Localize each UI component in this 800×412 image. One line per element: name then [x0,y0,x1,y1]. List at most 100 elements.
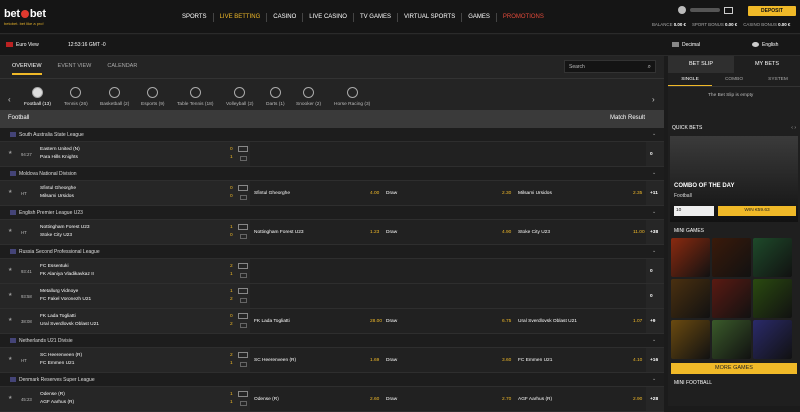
star-icon[interactable]: ★ [8,357,12,362]
away-odd-value[interactable]: 4.10 [633,358,642,363]
home-odd-value[interactable]: 1.23 [370,230,379,235]
home-odd-label[interactable]: Odense (R) [254,397,279,402]
draw-odd-value[interactable]: 4.90 [502,230,511,235]
away-odd-value[interactable]: 2.90 [633,397,642,402]
sport-esports[interactable]: Esports (9) [141,87,164,107]
nav-games[interactable]: GAMES [462,13,497,22]
sport-basketball[interactable]: Basketball (2) [100,87,129,107]
tv-icon[interactable] [240,401,247,406]
league-header[interactable]: South Australia State League ⌄ [0,128,664,142]
away-odd-value[interactable]: 1.07 [633,319,642,324]
nav-casino[interactable]: CASINO [267,13,304,22]
game-tile[interactable] [671,320,710,359]
home-odd-label[interactable]: FK Lada Togliatti [254,319,290,324]
tab-bet-slip[interactable]: BET SLIP [668,56,734,73]
language-select[interactable]: English [752,42,778,48]
more-markets[interactable]: +9 [650,319,655,324]
deposit-button[interactable]: DEPOSIT [748,6,796,16]
more-markets[interactable]: +28 [650,397,658,402]
home-odd-label[interactable]: Nottingham Forest U23 [254,230,304,235]
mail-icon[interactable] [724,6,733,14]
sport-horse-racing[interactable]: Horse Racing (3) [334,87,370,107]
market-select[interactable]: Match Result [610,115,645,121]
chevron-left-icon[interactable]: ‹ [8,95,11,104]
draw-odd-value[interactable]: 2.30 [502,191,511,196]
star-icon[interactable]: ★ [8,229,12,234]
stats-icon[interactable] [238,263,248,269]
nav-tv-games[interactable]: TV GAMES [354,13,398,22]
game-tile[interactable] [712,279,751,318]
type-system[interactable]: SYSTEM [756,73,800,86]
odds-format-select[interactable]: Decimal [672,42,700,48]
draw-odd-value[interactable]: 6.75 [502,319,511,324]
home-odd-value[interactable]: 1.69 [370,358,379,363]
type-combo[interactable]: COMBO [712,73,756,86]
more-markets[interactable]: +11 [650,191,658,196]
draw-odd-value[interactable]: 2.70 [502,397,511,402]
draw-label[interactable]: Draw [386,358,397,363]
stats-icon[interactable] [238,185,248,191]
game-tile[interactable] [753,320,792,359]
stats-icon[interactable] [238,288,248,294]
tv-icon[interactable] [240,195,247,200]
nav-promotions[interactable]: PROMOTIONS [497,13,550,22]
stats-icon[interactable] [238,391,248,397]
game-tile[interactable] [753,238,792,277]
stats-icon[interactable] [238,352,248,358]
sport-table-tennis[interactable]: Table Tennis (18) [177,87,213,107]
sport-darts[interactable]: Darts (1) [266,87,285,107]
star-icon[interactable]: ★ [8,151,12,156]
game-tile[interactable] [712,238,751,277]
more-markets[interactable]: +16 [650,358,658,363]
league-header[interactable]: Russia Second Professional League ⌄ [0,245,664,259]
game-tile[interactable] [671,279,710,318]
draw-label[interactable]: Draw [386,230,397,235]
user-menu[interactable] [678,6,733,14]
home-odd-label[interactable]: Sfintul Gheorghe [254,191,290,196]
draw-label[interactable]: Draw [386,319,397,324]
game-tile[interactable] [753,279,792,318]
draw-label[interactable]: Draw [386,191,397,196]
game-tile[interactable] [671,238,710,277]
tab-overview[interactable]: OVERVIEW [12,63,42,75]
tab-event-view[interactable]: EVENT VIEW [58,63,92,75]
away-odd-label[interactable]: Ural Sverdlovsk Oblast U21 [518,319,577,324]
stats-icon[interactable] [238,224,248,230]
away-odd-value[interactable]: 2.35 [633,191,642,196]
sport-football[interactable]: Football (13) [24,87,51,107]
type-single[interactable]: SINGLE [668,73,712,86]
league-header[interactable]: Netherlands U21 Divisie ⌄ [0,334,664,348]
nav-live-betting[interactable]: LIVE BETTING [214,13,268,22]
home-odd-value[interactable]: 4.00 [370,191,379,196]
stake-input[interactable]: 10 [674,206,714,216]
league-header[interactable]: Denmark Reserves Super League ⌄ [0,373,664,387]
home-odd-label[interactable]: SC Heerenveen (R) [254,358,296,363]
more-markets[interactable]: 0 [650,294,653,299]
chevron-arrows-icon[interactable]: ‹ › [791,125,796,131]
star-icon[interactable]: ★ [8,396,12,401]
more-markets[interactable]: 0 [650,269,653,274]
away-odd-label[interactable]: AGF Aarhus (R) [518,397,552,402]
more-markets[interactable]: +38 [650,230,658,235]
game-tile[interactable] [712,320,751,359]
tv-icon[interactable] [240,362,247,367]
star-icon[interactable]: ★ [8,318,12,323]
sport-tennis[interactable]: Tennis (26) [64,87,88,107]
star-icon[interactable]: ★ [8,268,12,273]
search-input[interactable]: Search ⌕ [564,60,656,73]
away-odd-label[interactable]: Milsami Ursidos [518,191,552,196]
home-odd-value[interactable]: 2.60 [370,397,379,402]
star-icon[interactable]: ★ [8,293,12,298]
away-odd-label[interactable]: Stoke City U23 [518,230,550,235]
league-header[interactable]: Moldova National Division ⌄ [0,167,664,181]
view-select[interactable]: Euro View [6,42,39,48]
away-odd-value[interactable]: 11.00 [633,230,645,235]
chevron-down-icon[interactable]: ⌄ [652,209,656,215]
win-button[interactable]: WIN €59.63 [718,206,796,216]
stats-icon[interactable] [238,313,248,319]
stats-icon[interactable] [238,146,248,152]
chevron-down-icon[interactable]: ⌄ [652,376,656,382]
sport-snooker[interactable]: Snooker (2) [296,87,321,107]
more-games-button[interactable]: MORE GAMES [671,363,797,374]
tv-icon[interactable] [240,234,247,239]
